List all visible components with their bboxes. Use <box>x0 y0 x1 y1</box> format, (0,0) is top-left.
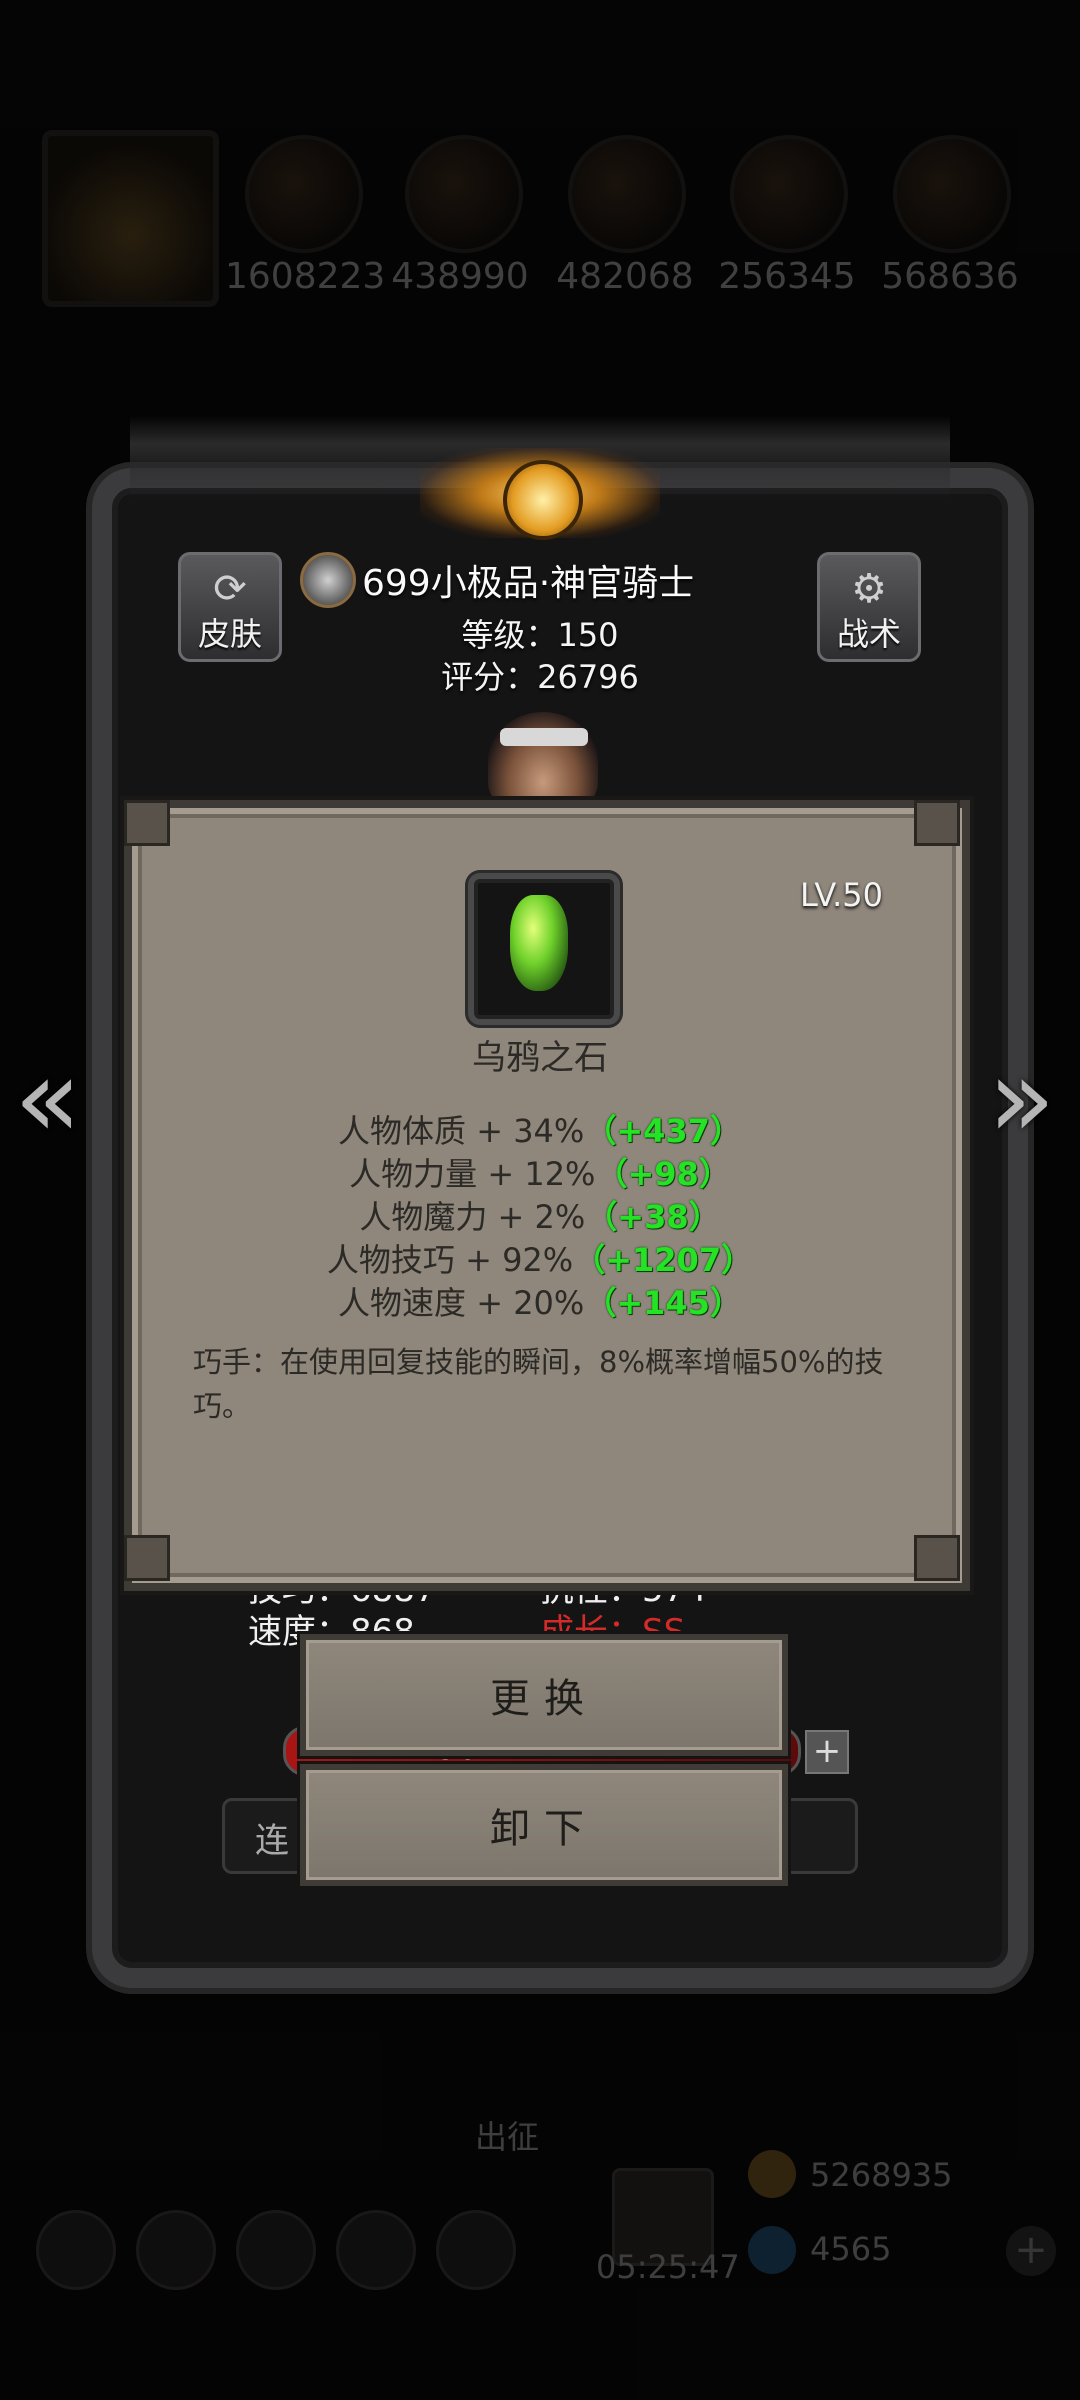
menu-icon-3[interactable] <box>236 2210 316 2290</box>
resource-value-1: 1608223 <box>225 256 386 297</box>
gem-amount: 4565 <box>810 2230 892 2268</box>
resource-icon-3 <box>568 135 686 253</box>
event-timer: 05:25:47 <box>596 2248 740 2286</box>
item-level: LV.50 <box>800 876 883 914</box>
item-stat-row: 人物魔力 + 2%（+38） <box>0 1192 1080 1238</box>
hero-name: 699小极品·神官骑士 <box>362 563 695 604</box>
resource-value-2: 438990 <box>391 256 529 297</box>
stat-bonus: （+98） <box>595 1155 731 1193</box>
popup-corner-tr <box>914 800 960 846</box>
popup-corner-tl <box>124 800 170 846</box>
stat-base: 人物速度 + 20% <box>338 1284 585 1322</box>
item-stat-row: 人物技巧 + 92%（+1207） <box>0 1235 1080 1281</box>
menu-icon-1[interactable] <box>36 2210 116 2290</box>
hero-score: 评分：26796 <box>441 658 639 696</box>
stat-bonus: （+1207） <box>573 1241 754 1279</box>
rank-badge-icon <box>300 552 356 608</box>
menu-icon-5[interactable] <box>436 2210 516 2290</box>
chevron-left-icon[interactable]: « <box>14 1043 81 1153</box>
item-stat-row: 人物速度 + 20%（+145） <box>0 1278 1080 1324</box>
popup-corner-bl <box>124 1535 170 1581</box>
gold-coin-icon <box>748 2150 796 2198</box>
item-description: 巧手：在使用回复技能的瞬间，8%概率增幅50%的技巧。 <box>193 1345 884 1423</box>
resource-icon-4 <box>730 135 848 253</box>
unequip-button[interactable]: 卸下 <box>300 1764 788 1886</box>
crow-stone-gem-icon <box>510 895 568 991</box>
resource-icon-5 <box>893 135 1011 253</box>
hero-portrait <box>488 712 598 812</box>
item-stat-row: 人物体质 + 34%（+437） <box>0 1106 1080 1152</box>
player-avatar[interactable] <box>42 130 219 307</box>
stat-base: 人物体质 + 34% <box>338 1112 585 1150</box>
stat-bonus: （+437） <box>584 1112 742 1150</box>
hero-name-row: 699小极品·神官骑士 <box>300 552 694 608</box>
popup-corner-br <box>914 1535 960 1581</box>
stat-bonus: （+38） <box>585 1198 721 1236</box>
stat-bonus: （+145） <box>584 1284 742 1322</box>
hero-level: 等级：150 <box>461 616 619 654</box>
item-name: 乌鸦之石 <box>472 1038 608 1078</box>
gem-icon <box>748 2226 796 2274</box>
menu-icon-2[interactable] <box>136 2210 216 2290</box>
resource-icon-1 <box>245 135 363 253</box>
add-gem-button[interactable]: + <box>1006 2226 1056 2276</box>
stat-base: 人物技巧 + 92% <box>326 1241 574 1279</box>
item-stat-row: 人物力量 + 12%（+98） <box>0 1149 1080 1195</box>
resource-icon-2 <box>405 135 523 253</box>
expedition-label[interactable]: 出征 <box>475 2112 539 2158</box>
resource-value-4: 256345 <box>718 256 856 297</box>
replace-button[interactable]: 更换 <box>300 1634 788 1756</box>
resource-value-5: 568636 <box>881 256 1019 297</box>
stat-base: 人物魔力 + 2% <box>359 1198 586 1236</box>
shirt-refresh-icon: ⟳ <box>213 566 247 612</box>
stat-base: 人物力量 + 12% <box>349 1155 596 1193</box>
action-bar-label: 连 <box>255 1821 289 1861</box>
add-button[interactable]: + <box>805 1730 849 1774</box>
portrait-headband <box>500 728 588 746</box>
gold-amount: 5268935 <box>810 2156 953 2194</box>
resource-value-3: 482068 <box>556 256 694 297</box>
menu-icon-4[interactable] <box>336 2210 416 2290</box>
emblem-icon <box>503 460 583 540</box>
gear-icon: ⚙ <box>851 566 887 612</box>
chevron-right-icon[interactable]: » <box>988 1043 1055 1153</box>
